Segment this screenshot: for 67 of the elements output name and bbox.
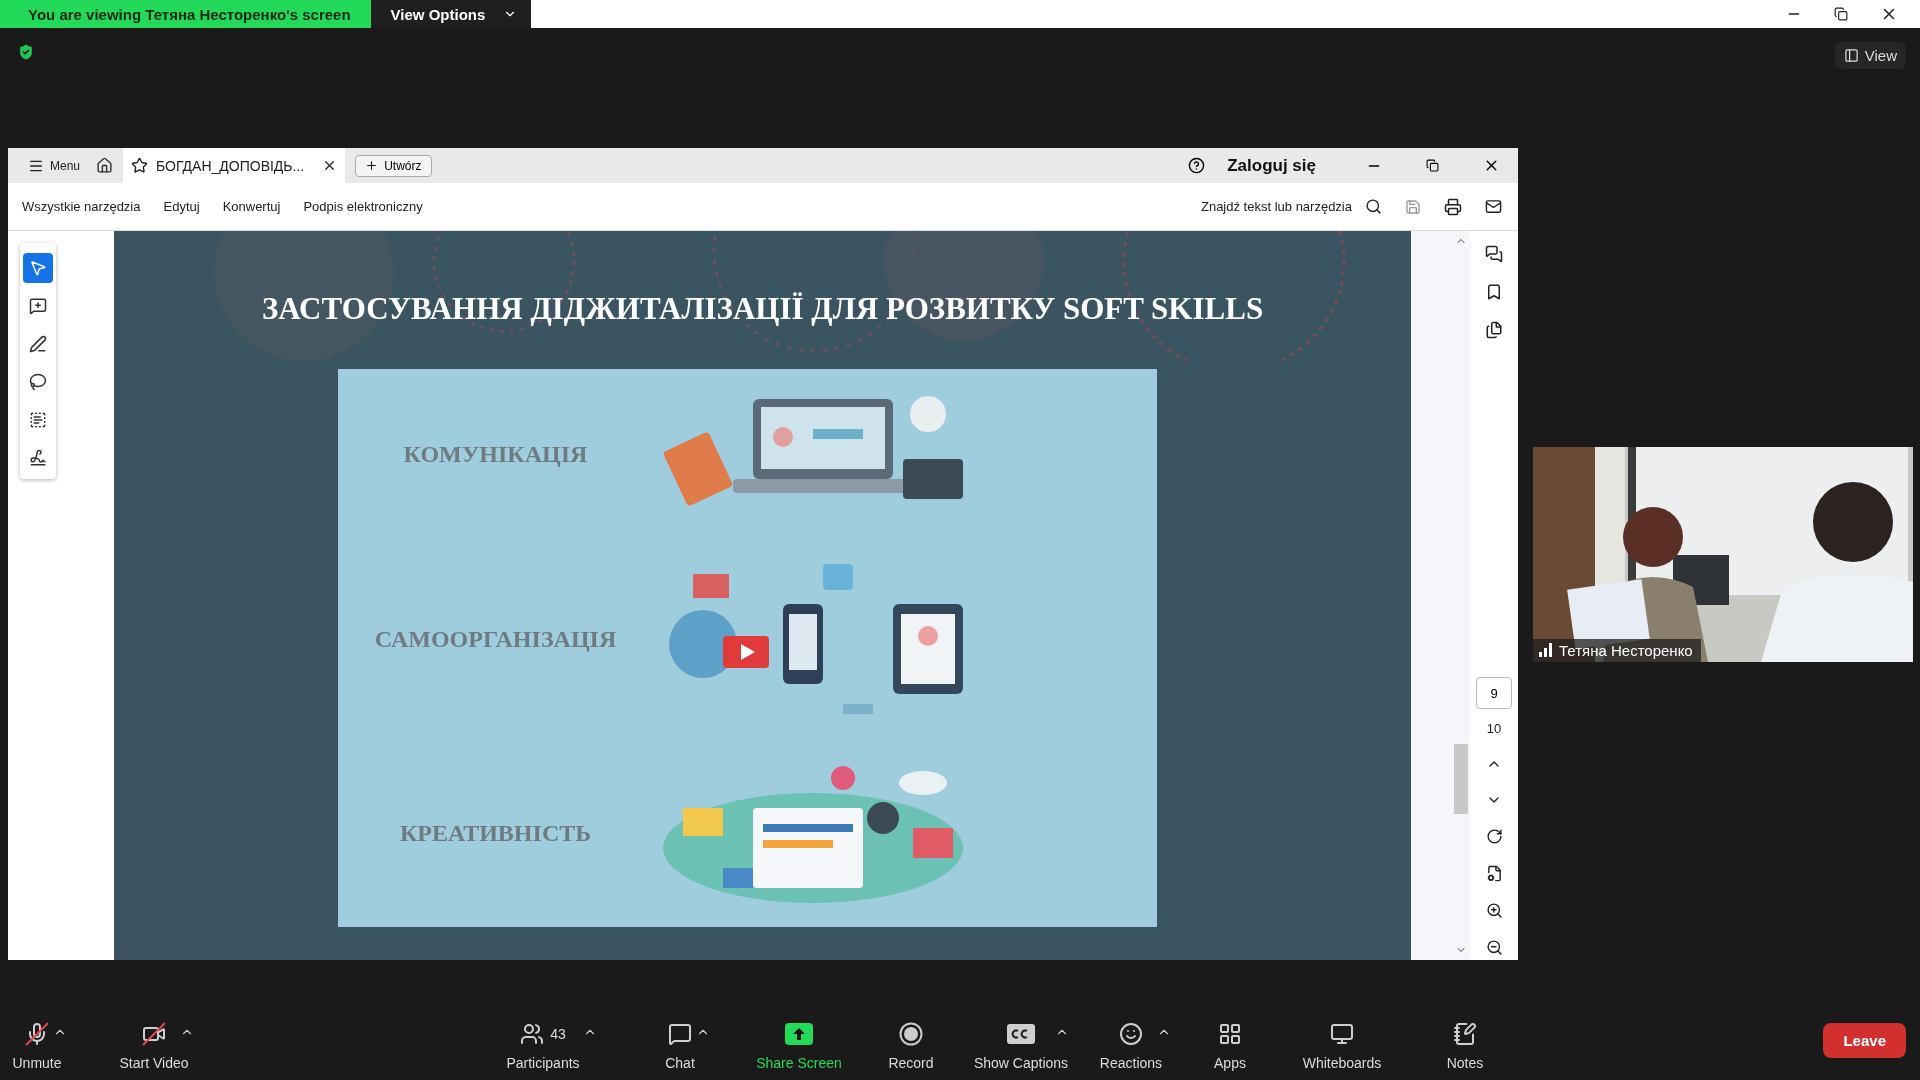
signal-icon — [1539, 643, 1553, 657]
skill-label: САМООРГАНІЗАЦІЯ — [374, 625, 617, 653]
create-button[interactable]: Utwórz — [355, 154, 432, 177]
toolbar-button[interactable]: Reactions — [1096, 1019, 1166, 1071]
record-icon — [899, 1022, 923, 1046]
sign-in-link[interactable]: Zaloguj się — [1227, 155, 1316, 176]
toolbar-menu-item[interactable]: Podpis elektroniczny — [303, 199, 423, 214]
view-options-button[interactable]: View Options — [370, 0, 532, 28]
toolbar-button[interactable]: Share Screen — [749, 1019, 849, 1071]
rotate-icon[interactable] — [1485, 828, 1503, 845]
zoom-out-icon[interactable] — [1485, 939, 1503, 956]
toolbar-button[interactable]: 43 Participants — [498, 1019, 588, 1071]
select-icon — [29, 259, 47, 277]
comment-icon — [29, 297, 47, 315]
lasso-icon — [29, 373, 47, 391]
page-settings-icon[interactable] — [1485, 865, 1503, 882]
save-icon[interactable] — [1405, 198, 1421, 215]
restore-icon[interactable] — [1426, 159, 1439, 172]
mail-icon[interactable] — [1485, 198, 1502, 215]
chat-bubble-icon — [668, 1022, 692, 1046]
share-screen-icon — [785, 1023, 813, 1045]
bookmark-icon[interactable] — [1485, 283, 1503, 301]
smiley-icon — [1119, 1022, 1143, 1046]
menu-button[interactable]: Menu — [22, 153, 87, 178]
zoom-in-icon[interactable] — [1485, 902, 1503, 919]
slide-title: ЗАСТОСУВАННЯ ДІДЖИТАЛІЗАЦІЇ ДЛЯ РОЗВИТКУ SOFT SKILLS — [261, 291, 1264, 328]
signature-icon — [29, 449, 47, 467]
toolbar-button[interactable]: Chat — [660, 1019, 700, 1071]
participant-name: Тетяна Несторенко — [1559, 641, 1693, 659]
help-icon[interactable] — [1188, 157, 1206, 174]
toolbar-menu-item[interactable]: Edytuj — [163, 199, 200, 214]
toolbar-menu-item[interactable]: Wszystkie narzędzia — [22, 199, 141, 214]
leave-button[interactable]: Leave — [1823, 1022, 1906, 1058]
restore-icon[interactable] — [1834, 7, 1848, 21]
whiteboard-icon — [1330, 1022, 1354, 1046]
participant-count: 43 — [550, 1026, 566, 1042]
sharing-banner: You are viewing Тетяна Несторенко's screen — [0, 0, 371, 28]
page-total: 10 — [1486, 721, 1502, 736]
plus-icon — [365, 159, 379, 172]
toolbar-button[interactable]: Apps — [1210, 1019, 1250, 1071]
toolbar-menu-item[interactable]: Konwertuj — [222, 199, 281, 214]
people-icon — [520, 1022, 545, 1046]
skill-label: КРЕАТИВНІСТЬ — [399, 819, 592, 847]
toolbar-button[interactable]: Whiteboards — [1292, 1019, 1392, 1071]
notes-icon — [1453, 1022, 1477, 1046]
view-button[interactable]: View — [1834, 42, 1906, 69]
apps-icon — [1218, 1022, 1242, 1046]
skill-label: КОМУНІКАЦІЯ — [403, 440, 588, 468]
text-box-icon — [29, 411, 47, 429]
document-tab[interactable]: БОГДАН_ДОПОВІДЬ... — [123, 148, 346, 183]
star-icon[interactable] — [131, 157, 149, 174]
search-field[interactable]: Znajdź tekst lub narzędzia — [1190, 198, 1354, 215]
home-icon[interactable] — [96, 157, 114, 174]
page-number-field[interactable]: 9 — [1476, 677, 1512, 709]
pages-icon[interactable] — [1485, 321, 1503, 339]
toolbar-button[interactable]: Show Captions — [961, 1019, 1081, 1071]
pen-icon — [29, 335, 47, 353]
captions-icon — [1007, 1024, 1035, 1044]
toolbar-button[interactable]: Unmute — [10, 1019, 64, 1071]
comments-icon[interactable] — [1485, 245, 1503, 263]
scroll-thumb[interactable] — [1454, 744, 1468, 814]
layout-icon — [1843, 48, 1859, 63]
toolbar-button[interactable]: Start Video — [111, 1019, 197, 1071]
printer-icon[interactable] — [1444, 197, 1462, 216]
toolbar-button[interactable]: Notes — [1440, 1019, 1490, 1071]
toolbar-button[interactable]: Record — [886, 1019, 936, 1071]
search-icon[interactable] — [1365, 198, 1382, 215]
